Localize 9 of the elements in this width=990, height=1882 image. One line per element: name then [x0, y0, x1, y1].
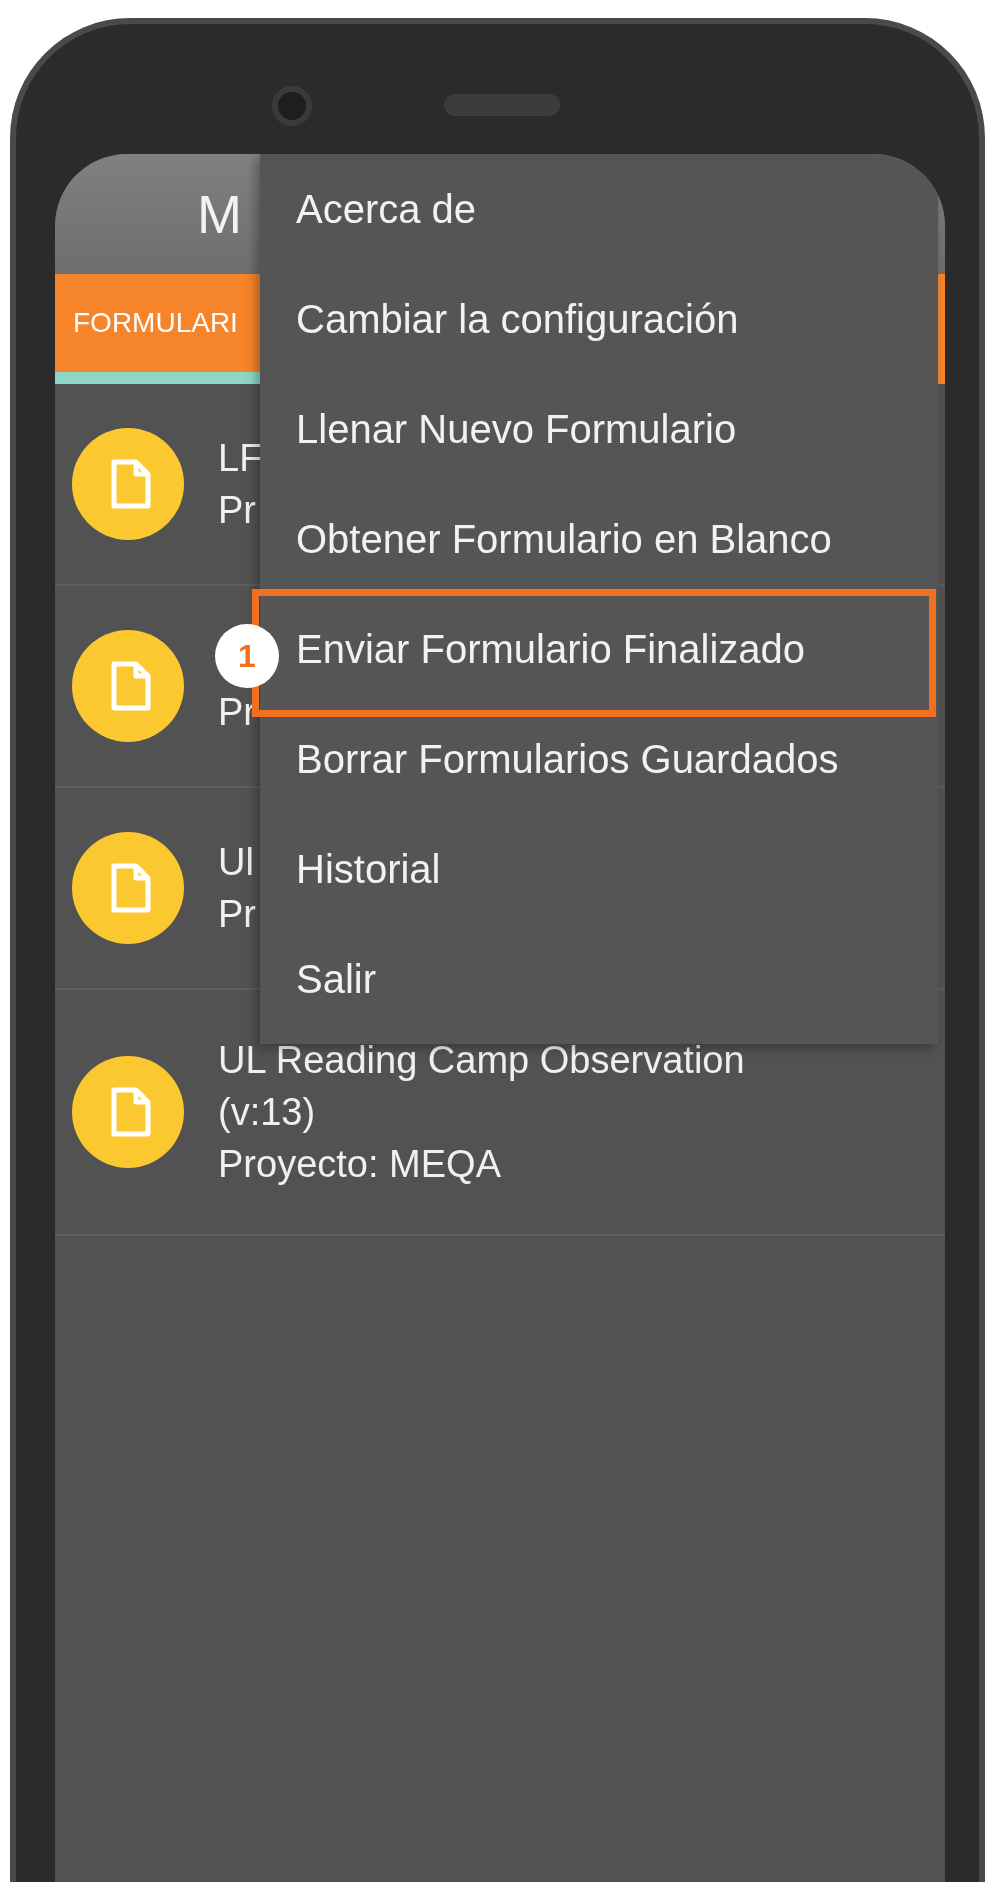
form-title: Ul — [218, 840, 254, 885]
form-project: Pr — [218, 488, 256, 533]
form-project: Pr — [218, 690, 256, 735]
form-title: UL Reading Camp Observation (v:13) — [218, 1038, 746, 1135]
form-title: LF — [218, 436, 263, 481]
step-badge: 1 — [215, 624, 279, 688]
app-title: M — [197, 183, 242, 245]
form-project: Pr — [218, 892, 256, 937]
form-project: Proyecto: MEQA — [218, 1142, 501, 1187]
